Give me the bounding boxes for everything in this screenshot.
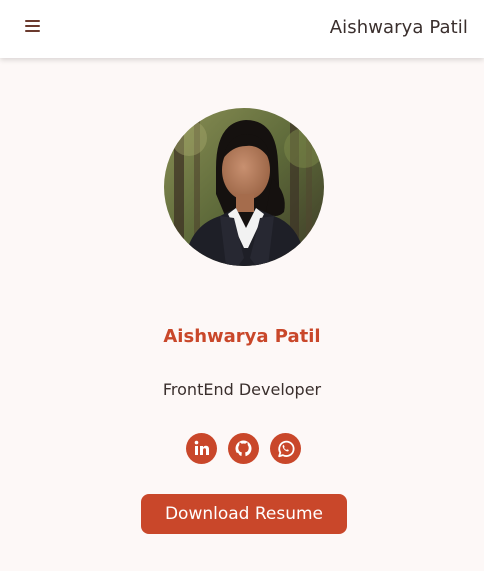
whatsapp-link[interactable] (270, 433, 301, 464)
portfolio-page: Aishwarya Patil Aishwarya Patil FrontEnd… (0, 0, 484, 571)
download-resume-button[interactable]: Download Resume (141, 494, 347, 534)
github-link[interactable] (228, 433, 259, 464)
navbar: Aishwarya Patil (0, 0, 484, 58)
hamburger-menu-icon (22, 16, 44, 36)
hero-role: FrontEnd Developer (162, 380, 322, 399)
hero-name: Aishwarya Patil (163, 326, 321, 347)
profile-photo (164, 108, 324, 266)
social-links (186, 433, 302, 464)
linkedin-icon (186, 433, 217, 464)
menu-button[interactable] (22, 16, 44, 36)
github-icon (228, 433, 259, 464)
whatsapp-icon (270, 433, 301, 464)
linkedin-link[interactable] (186, 433, 217, 464)
brand-name[interactable]: Aishwarya Patil (330, 16, 468, 40)
